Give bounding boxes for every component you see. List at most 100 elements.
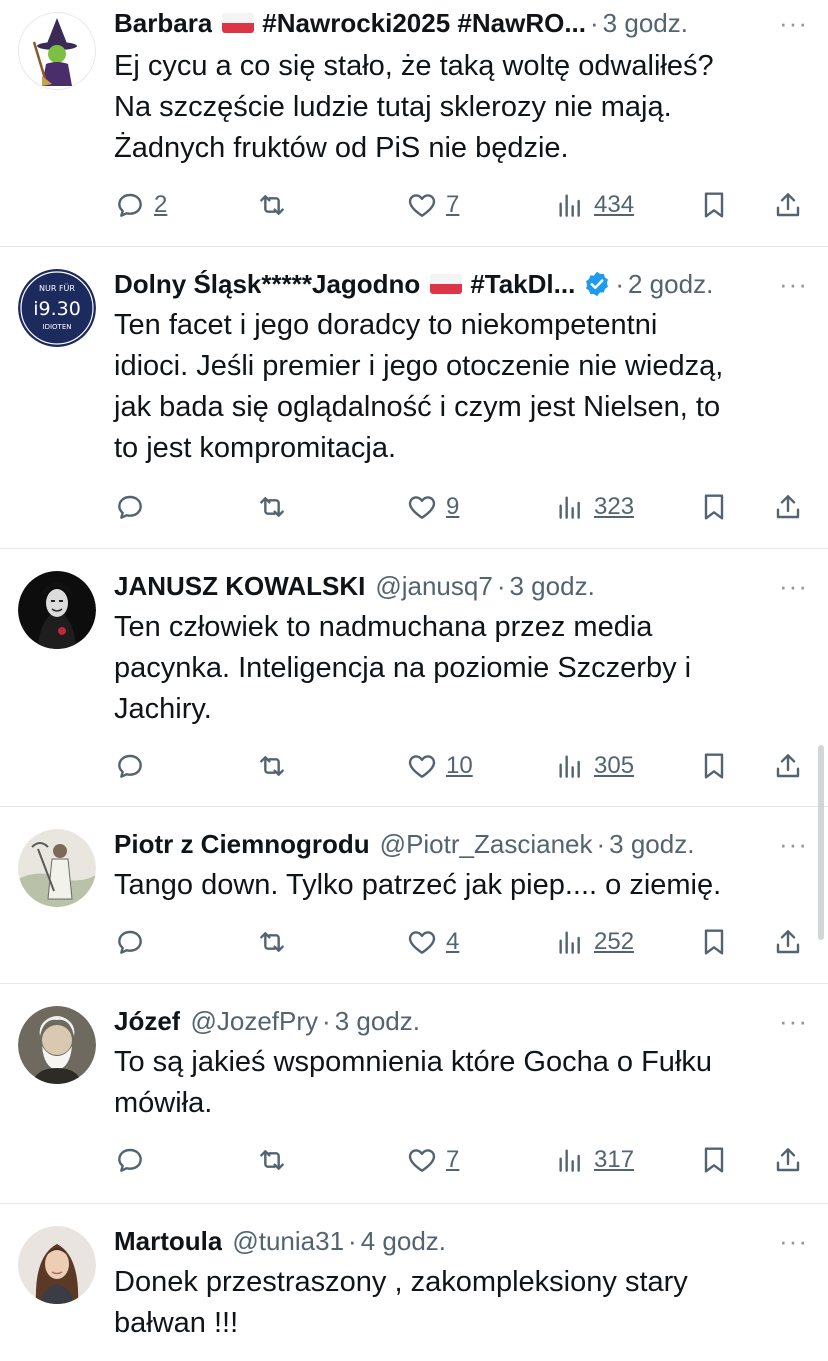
bookmark-icon — [704, 494, 724, 520]
views-chart-icon — [559, 194, 580, 217]
tweet-header: Dolny Śląsk*****Jagodno #TakDl... · 2 go… — [114, 267, 808, 301]
retweet-button[interactable] — [256, 1144, 288, 1176]
more-options-icon[interactable]: ··· — [779, 267, 808, 301]
poland-flag-icon — [222, 13, 255, 33]
bookmark-button[interactable] — [698, 926, 730, 958]
more-options-icon[interactable]: ··· — [779, 827, 808, 861]
views-count: 317 — [594, 1146, 635, 1173]
tweet[interactable]: Piotr z Ciemnogrodu @Piotr_Zascianek · 3… — [0, 807, 828, 984]
retweet-button[interactable] — [256, 750, 288, 782]
timestamp[interactable]: 3 godz. — [335, 1004, 420, 1038]
reply-button[interactable] — [114, 1144, 146, 1176]
author-name[interactable]: Martoula — [114, 1224, 222, 1258]
share-icon — [776, 495, 800, 519]
bookmark-button[interactable] — [698, 491, 730, 523]
retweet-button[interactable] — [256, 189, 288, 221]
action-bar: 7 317 — [114, 1140, 808, 1180]
retweet-icon — [260, 497, 284, 517]
action-bar: 10 305 — [114, 746, 808, 786]
share-button[interactable] — [772, 750, 804, 782]
reply-feed: Barbara #Nawrocki2025 #NawRO... · 3 godz… — [0, 0, 828, 1361]
views-button[interactable]: 317 — [554, 1144, 634, 1176]
author-name[interactable]: Dolny Śląsk*****Jagodno — [114, 267, 420, 301]
heart-icon — [408, 755, 436, 778]
views-count: 323 — [594, 493, 635, 520]
scrollbar[interactable] — [818, 745, 824, 940]
tweet-header: JANUSZ KOWALSKI @janusq7 · 3 godz. ··· — [114, 569, 808, 603]
like-count: 4 — [446, 928, 460, 955]
timestamp[interactable]: 3 godz. — [603, 6, 688, 40]
avatar[interactable] — [18, 1006, 96, 1084]
like-button[interactable]: 9 — [406, 491, 459, 523]
reply-button[interactable] — [114, 491, 146, 523]
views-count: 434 — [594, 191, 635, 218]
reply-icon — [118, 1148, 142, 1172]
timestamp[interactable]: 3 godz. — [609, 827, 694, 861]
timestamp[interactable]: 4 godz. — [361, 1224, 446, 1258]
like-count: 7 — [446, 1146, 460, 1173]
tweet[interactable]: Józef @JozefPry · 3 godz. ··· To są jaki… — [0, 984, 828, 1204]
timestamp[interactable]: 3 godz. — [510, 569, 595, 603]
retweet-icon — [260, 1150, 284, 1170]
heart-icon — [408, 931, 436, 954]
tweet[interactable]: JANUSZ KOWALSKI @janusq7 · 3 godz. ··· T… — [0, 549, 828, 807]
tweet[interactable]: NUR FÜR i9.30 IDIOTEN Dolny Śląsk*****Ja… — [0, 247, 828, 549]
author-name[interactable]: Piotr z Ciemnogrodu — [114, 827, 370, 861]
svg-text:i9.30: i9.30 — [33, 298, 81, 320]
tweet[interactable]: Barbara #Nawrocki2025 #NawRO... · 3 godz… — [0, 0, 828, 247]
reply-icon — [118, 193, 142, 217]
views-button[interactable]: 305 — [554, 750, 634, 782]
views-count: 252 — [594, 928, 635, 955]
bookmark-button[interactable] — [698, 750, 730, 782]
like-button[interactable]: 7 — [406, 189, 459, 221]
share-icon — [776, 930, 800, 954]
author-name-extra[interactable]: #Nawrocki2025 #NawRO... — [262, 6, 586, 40]
avatar[interactable]: NUR FÜR i9.30 IDIOTEN — [18, 269, 96, 347]
author-name[interactable]: Józef — [114, 1004, 180, 1038]
views-button[interactable]: 434 — [554, 189, 634, 221]
author-name[interactable]: Barbara — [114, 6, 212, 40]
bookmark-icon — [704, 1147, 724, 1173]
author-handle[interactable]: @tunia31 — [232, 1224, 344, 1258]
author-handle[interactable]: @JozefPry — [190, 1004, 318, 1038]
timestamp[interactable]: 2 godz. — [628, 267, 713, 301]
author-handle[interactable]: @Piotr_Zascianek — [380, 827, 593, 861]
like-button[interactable]: 10 — [406, 750, 473, 782]
views-chart-icon — [559, 1149, 580, 1172]
author-name[interactable]: JANUSZ KOWALSKI — [114, 569, 365, 603]
share-button[interactable] — [772, 491, 804, 523]
avatar[interactable] — [18, 12, 96, 90]
tweet[interactable]: Martoula @tunia31 · 4 godz. ··· Donek pr… — [0, 1204, 828, 1361]
bookmark-button[interactable] — [698, 1144, 730, 1176]
views-button[interactable]: 252 — [554, 926, 634, 958]
retweet-button[interactable] — [256, 926, 288, 958]
views-chart-icon — [559, 931, 580, 954]
reply-button[interactable]: 2 — [114, 189, 167, 221]
retweet-icon — [260, 195, 284, 215]
views-button[interactable]: 323 — [554, 491, 634, 523]
avatar[interactable] — [18, 1226, 96, 1304]
like-count: 9 — [446, 493, 460, 520]
action-bar: 9 323 — [114, 487, 808, 527]
more-options-icon[interactable]: ··· — [779, 1004, 808, 1038]
share-button[interactable] — [772, 1144, 804, 1176]
like-button[interactable]: 7 — [406, 1144, 459, 1176]
avatar[interactable] — [18, 829, 96, 907]
bookmark-button[interactable] — [698, 189, 730, 221]
more-options-icon[interactable]: ··· — [779, 569, 808, 603]
avatar[interactable] — [18, 571, 96, 649]
reply-button[interactable] — [114, 750, 146, 782]
views-chart-icon — [559, 496, 580, 519]
reply-button[interactable] — [114, 926, 146, 958]
share-button[interactable] — [772, 926, 804, 958]
tweet-text: Donek przestraszony , zakompleksiony sta… — [114, 1266, 688, 1339]
tweet-header: Martoula @tunia31 · 4 godz. ··· — [114, 1224, 808, 1258]
share-button[interactable] — [772, 189, 804, 221]
share-icon — [776, 1148, 800, 1172]
like-button[interactable]: 4 — [406, 926, 459, 958]
more-options-icon[interactable]: ··· — [779, 6, 808, 40]
retweet-button[interactable] — [256, 491, 288, 523]
more-options-icon[interactable]: ··· — [779, 1224, 808, 1258]
author-handle[interactable]: @janusq7 — [375, 569, 492, 603]
author-name-extra[interactable]: #TakDl... — [470, 267, 575, 301]
